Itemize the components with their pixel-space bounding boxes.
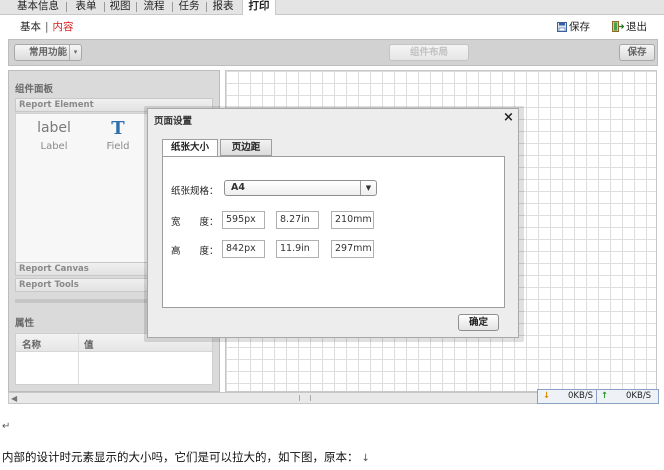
tab-form[interactable]: 表单	[72, 0, 100, 15]
download-arrow-icon: ↓	[543, 391, 551, 401]
component-panel-title: 组件面板	[15, 84, 54, 95]
tab-report[interactable]: 报表	[210, 0, 236, 15]
scroll-left-icon[interactable]: ◀	[11, 394, 17, 403]
tab-separator	[136, 2, 137, 12]
ok-button[interactable]: 确定	[458, 314, 499, 331]
breadcrumb-basic[interactable]: 基本	[20, 21, 41, 33]
top-tab-bar: 基本信息 表单 视图 流程 任务 报表 打印	[0, 0, 664, 16]
column-divider	[78, 334, 79, 384]
upload-arrow-icon: ↑	[601, 391, 609, 401]
tab-margins[interactable]: 页边距	[220, 139, 272, 156]
paper-spec-value: A4	[231, 182, 245, 193]
scroll-thumb-grip[interactable]	[299, 395, 311, 401]
field-element[interactable]: T Field	[98, 118, 138, 152]
column-value-header: 值	[84, 340, 94, 351]
document-paragraph: 内部的设计时元素显示的大小吗，它们是可以拉大的，如下图，原本： ↓	[2, 449, 370, 465]
save-icon	[557, 22, 567, 35]
height-label: 高 度：	[171, 246, 219, 257]
common-functions-label: 常用功能	[28, 47, 67, 58]
dropdown-arrow-icon[interactable]: ▼	[360, 181, 376, 195]
width-in-field[interactable]: 8.27in	[276, 211, 319, 229]
page-setup-dialog: 页面设置 × 纸张大小 页边距 纸张规格： A4 ▼ 宽 度： 595px 8.…	[147, 108, 519, 338]
network-status-bar: ↓ 0KB/S ↑ 0KB/S	[537, 389, 659, 404]
chevron-down-icon: ▾	[69, 45, 81, 60]
header-save-button[interactable]: 保存	[557, 19, 590, 35]
status-divider	[596, 390, 597, 403]
field-element-icon: T	[111, 118, 125, 139]
paper-spec-select[interactable]: A4 ▼	[224, 180, 377, 196]
tab-view[interactable]: 视图	[108, 0, 132, 15]
header-exit-button[interactable]: 退出	[612, 19, 647, 35]
properties-title: 属性	[15, 318, 35, 329]
tab-task[interactable]: 任务	[176, 0, 202, 15]
paper-size-panel: 纸张规格： A4 ▼ 宽 度： 595px 8.27in 210mm 高 度： …	[162, 156, 505, 308]
breadcrumb: 基本 | 内容	[20, 19, 74, 34]
paragraph-text: 内部的设计时元素显示的大小吗，它们是可以拉大的，如下图，原本：	[2, 450, 359, 464]
download-speed: 0KB/S	[568, 391, 594, 401]
breadcrumb-content[interactable]: 内容	[53, 21, 74, 33]
tab-separator	[206, 2, 207, 12]
header-save-label: 保存	[569, 21, 590, 33]
width-px-field[interactable]: 595px	[222, 211, 265, 229]
field-element-caption: Field	[106, 141, 130, 152]
width-mm-field[interactable]: 210mm	[331, 211, 374, 229]
exit-icon	[612, 21, 625, 35]
toolbar: 常用功能 ▾ 组件布局 保存	[8, 39, 658, 66]
tab-separator	[104, 2, 105, 12]
tab-basic-info[interactable]: 基本信息	[14, 0, 62, 15]
common-functions-button[interactable]: 常用功能 ▾	[14, 44, 82, 61]
height-px-field[interactable]: 842px	[222, 240, 265, 258]
tab-paper-size[interactable]: 纸张大小	[162, 139, 218, 157]
return-mark: ↓	[361, 453, 370, 464]
tab-separator	[66, 2, 67, 12]
tab-separator	[172, 2, 173, 12]
paragraph-mark: ↵	[2, 421, 11, 432]
component-layout-button[interactable]: 组件布局	[389, 44, 469, 61]
dialog-title: 页面设置	[154, 116, 193, 127]
tab-print[interactable]: 打印	[242, 0, 276, 16]
header-exit-label: 退出	[626, 21, 647, 33]
label-element-icon: label	[37, 120, 71, 136]
close-icon[interactable]: ×	[503, 110, 514, 125]
upload-speed: 0KB/S	[626, 391, 652, 401]
width-label: 宽 度：	[171, 217, 219, 228]
height-mm-field[interactable]: 297mm	[331, 240, 374, 258]
tab-process[interactable]: 流程	[140, 0, 168, 15]
paper-spec-label: 纸张规格：	[171, 186, 219, 197]
label-element-caption: Label	[40, 141, 68, 152]
label-element[interactable]: label Label	[34, 120, 74, 152]
toolbar-save-button[interactable]: 保存	[619, 44, 655, 61]
column-name-header: 名称	[22, 340, 42, 351]
secondary-header: 基本 | 内容 保存 退出	[0, 15, 664, 37]
breadcrumb-separator: |	[45, 21, 49, 33]
height-in-field[interactable]: 11.9in	[276, 240, 319, 258]
